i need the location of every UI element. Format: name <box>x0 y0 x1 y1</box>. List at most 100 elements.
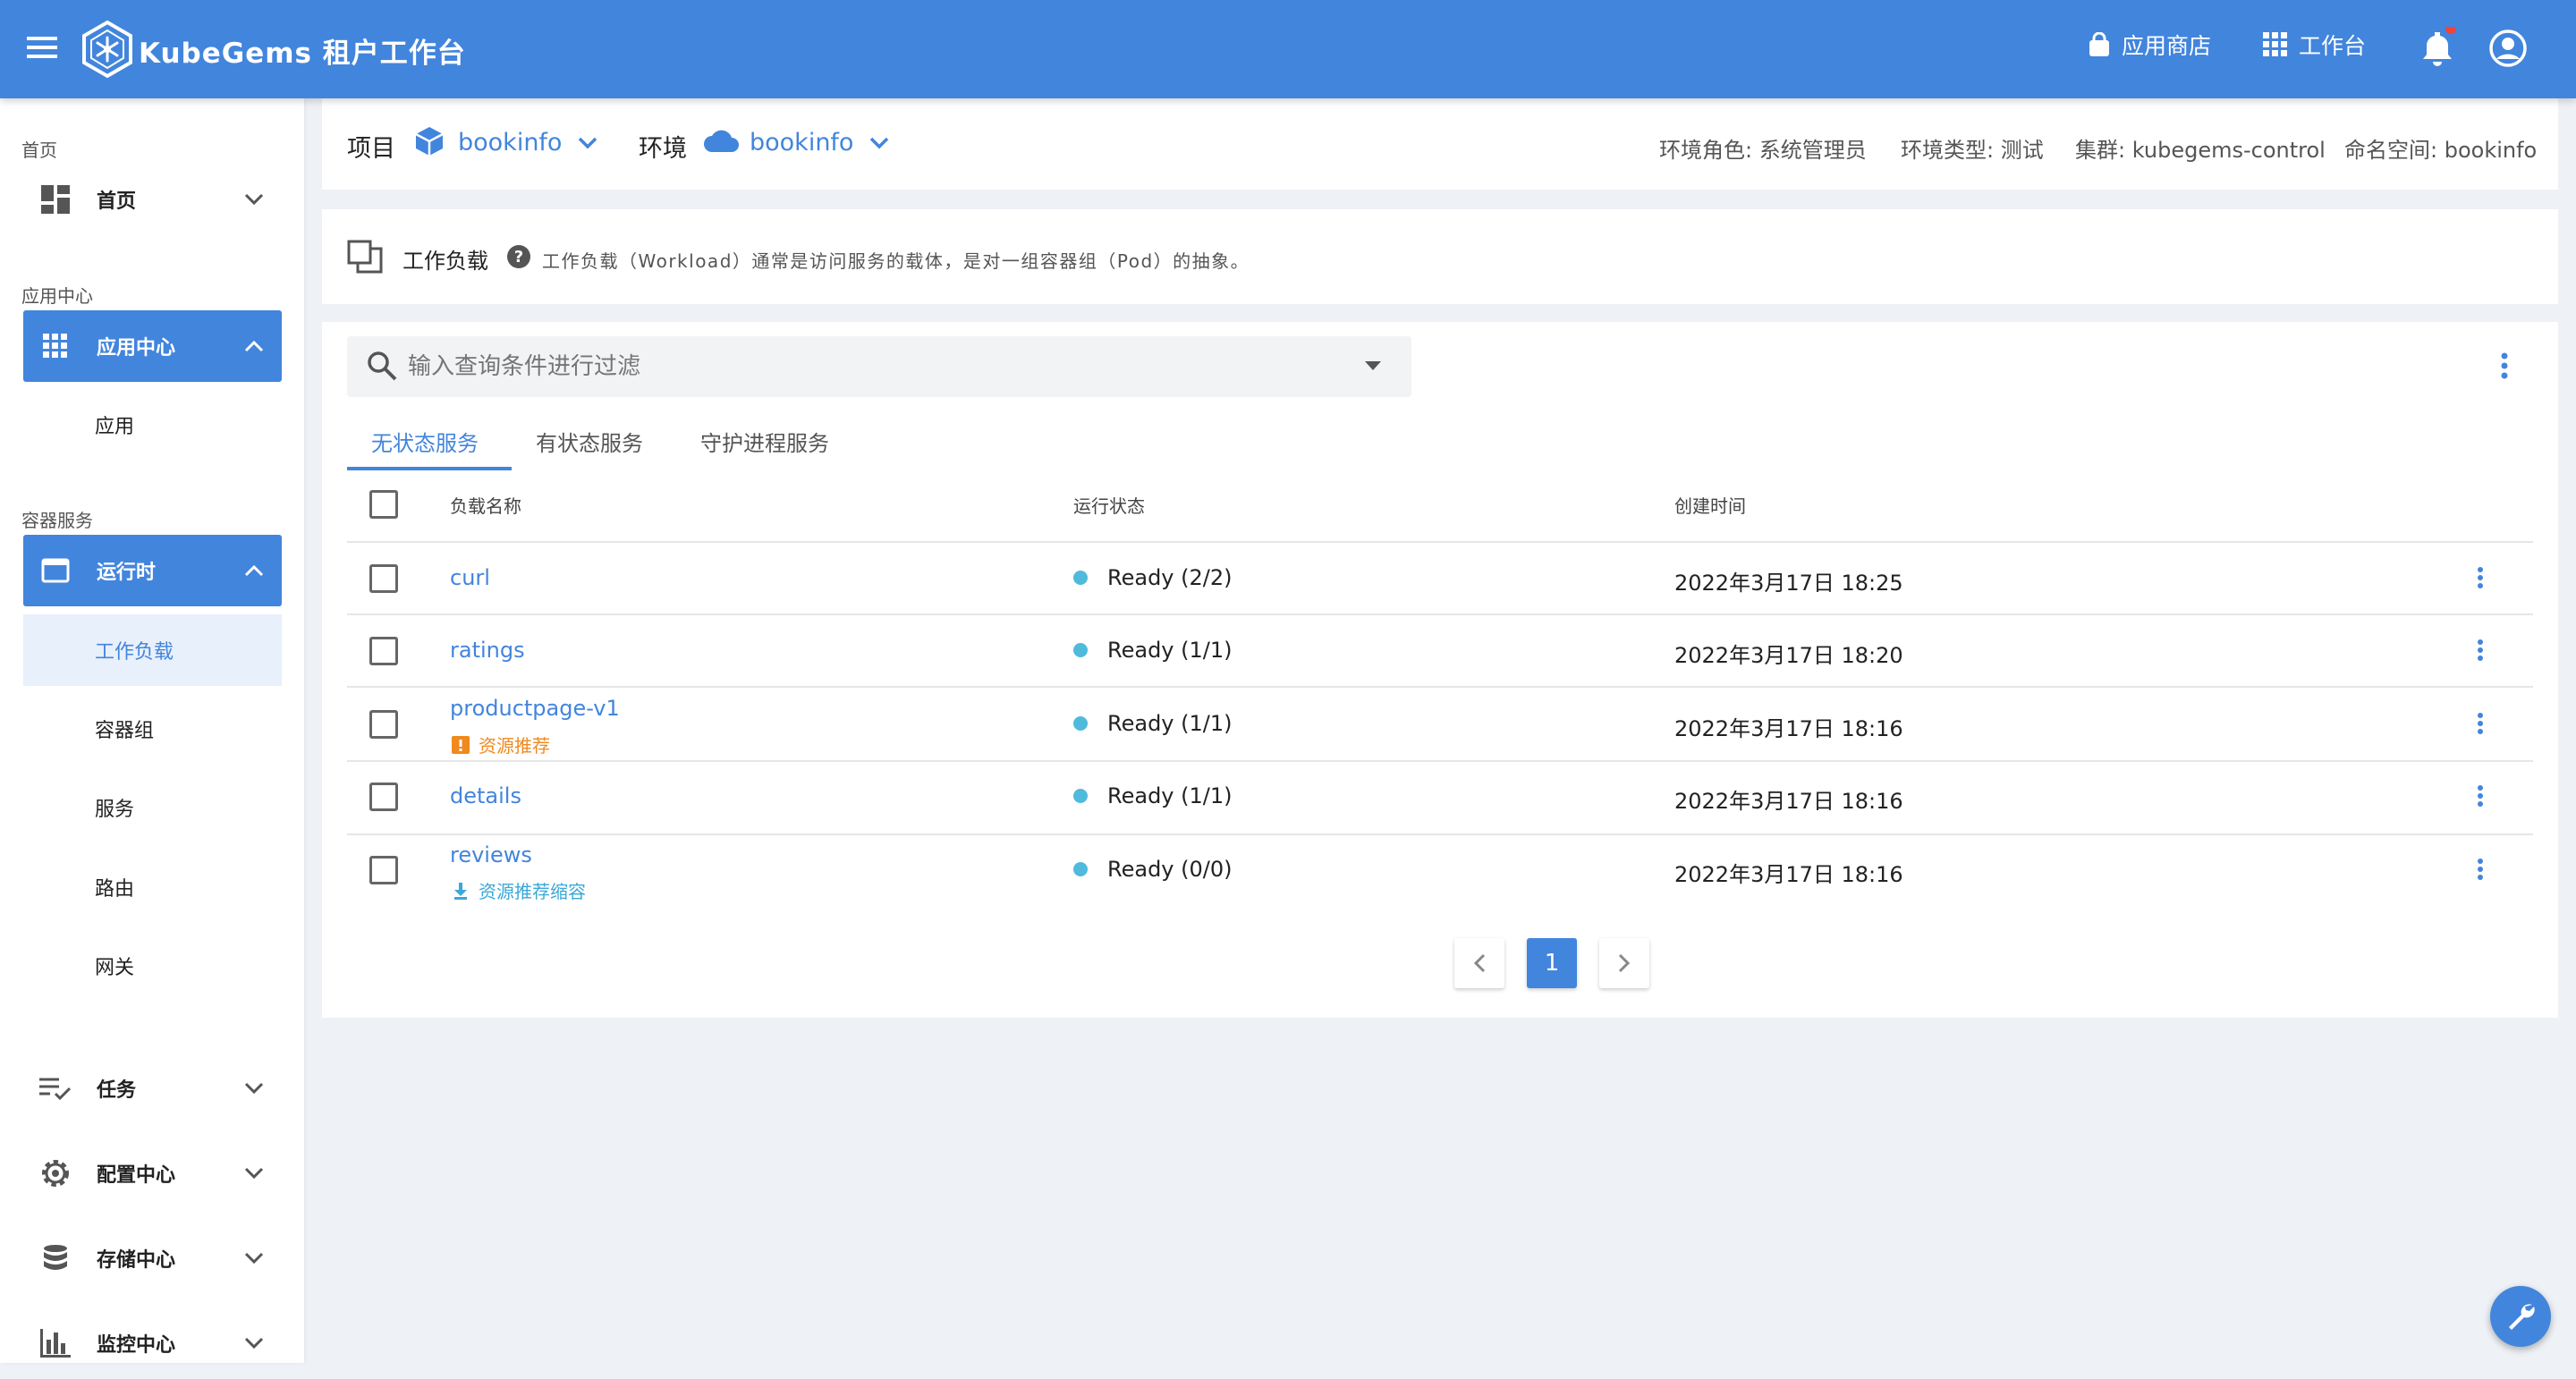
more-vertical-icon[interactable] <box>2497 352 2512 383</box>
gear-icon <box>38 1155 73 1191</box>
section-title-container-service: 容器服务 <box>21 510 93 531</box>
row-more-icon[interactable] <box>2476 859 2485 884</box>
section-title-home: 首页 <box>21 140 57 161</box>
next-page-button[interactable] <box>1599 938 1649 988</box>
workspace-label: 工作台 <box>2299 33 2367 59</box>
svg-text:?: ? <box>514 248 523 266</box>
menu-icon[interactable] <box>27 34 57 64</box>
dropdown-arrow-icon[interactable] <box>1365 361 1381 370</box>
sidebar-item-storage-center[interactable]: 存储中心 <box>23 1222 282 1294</box>
sidebar-item-apps[interactable]: 应用 <box>23 389 282 461</box>
workload-name-link[interactable]: details <box>450 783 521 808</box>
workload-name-link[interactable]: curl <box>450 565 490 590</box>
status-dot <box>1073 716 1088 731</box>
sidebar-item-runtime[interactable]: 运行时 <box>23 535 282 606</box>
row-more-icon[interactable] <box>2476 639 2485 664</box>
row-checkbox[interactable] <box>369 856 398 884</box>
sidebar-item-tasks-label: 任务 <box>97 1079 137 1102</box>
workspace-button[interactable]: 工作台 <box>2263 29 2366 61</box>
page-number-button[interactable]: 1 <box>1527 938 1577 988</box>
sidebar-item-home-label: 首页 <box>97 190 137 213</box>
row-more-icon[interactable] <box>2476 567 2485 592</box>
cube-icon <box>414 125 445 161</box>
task-list-icon <box>38 1070 73 1106</box>
column-header-status: 运行状态 <box>1073 495 1145 517</box>
status-dot <box>1073 571 1088 585</box>
sidebar-item-home[interactable]: 首页 <box>23 164 282 235</box>
app-store-button[interactable]: 应用商店 <box>2088 29 2211 61</box>
status-text: Ready (1/1) <box>1107 638 1233 663</box>
row-checkbox[interactable] <box>369 637 398 665</box>
bar-chart-icon <box>38 1325 73 1361</box>
app-title: KubeGems 租户工作台 <box>139 38 466 70</box>
workload-name-link[interactable]: reviews <box>450 842 532 867</box>
dashboard-icon <box>38 182 73 217</box>
row-more-icon[interactable] <box>2476 713 2485 738</box>
namespace-name: 命名空间: bookinfo <box>2344 138 2538 163</box>
workload-name-link[interactable]: ratings <box>450 638 525 663</box>
row-checkbox[interactable] <box>369 710 398 739</box>
table-divider <box>347 760 2533 762</box>
chevron-down-icon[interactable] <box>578 136 597 153</box>
status-cell: Ready (0/0) <box>1073 857 1233 882</box>
status-cell: Ready (1/1) <box>1073 638 1233 663</box>
sidebar-item-app-center[interactable]: 应用中心 <box>23 310 282 382</box>
account-avatar-icon[interactable] <box>2488 29 2528 72</box>
notification-bell-icon[interactable] <box>2417 23 2458 72</box>
select-all-checkbox[interactable] <box>369 490 398 519</box>
created-time: 2022年3月17日 18:16 <box>1674 789 1903 814</box>
project-selector[interactable]: bookinfo <box>458 129 562 157</box>
copy-squares-icon <box>347 240 383 277</box>
column-header-name: 负载名称 <box>450 495 521 517</box>
chevron-up-icon <box>244 335 264 358</box>
created-time: 2022年3月17日 18:25 <box>1674 571 1903 596</box>
sidebar-item-services[interactable]: 服务 <box>23 772 282 843</box>
env-selector[interactable]: bookinfo <box>750 129 853 157</box>
table-divider <box>347 686 2533 688</box>
sidebar-item-tasks[interactable]: 任务 <box>23 1053 282 1124</box>
chevron-left-icon <box>1473 953 1486 973</box>
chevron-down-icon <box>244 189 264 211</box>
kubegems-logo-icon <box>80 20 134 82</box>
project-label: 项目 <box>347 135 395 163</box>
chevron-down-icon[interactable] <box>869 136 889 153</box>
badge-text: 资源推荐缩容 <box>479 881 586 902</box>
tools-fab-button[interactable] <box>2490 1286 2551 1347</box>
filter-search-bar[interactable] <box>347 336 1411 397</box>
shopping-bag-icon <box>2089 32 2109 56</box>
env-role: 环境角色: 系统管理员 <box>1659 138 1867 163</box>
tab-daemon-services[interactable]: 守护进程服务 <box>700 426 829 457</box>
row-checkbox[interactable] <box>369 564 398 593</box>
previous-page-button[interactable] <box>1454 938 1504 988</box>
sidebar: 首页 首页 应用中心 应用中心 应用 容器服务 运行时 工作负载 容器组 服务 … <box>0 98 304 1363</box>
tab-stateless-services[interactable]: 无状态服务 <box>371 426 479 457</box>
filter-search-input[interactable] <box>406 347 1336 386</box>
wrench-icon <box>2509 1304 2535 1330</box>
chevron-down-icon <box>244 1078 264 1100</box>
row-checkbox[interactable] <box>369 783 398 811</box>
sidebar-item-config-center[interactable]: 配置中心 <box>23 1138 282 1209</box>
app-store-label: 应用商店 <box>2122 33 2212 59</box>
sidebar-item-routes[interactable]: 路由 <box>23 851 282 923</box>
chevron-right-icon <box>1618 953 1631 973</box>
sidebar-item-runtime-label: 运行时 <box>97 562 157 584</box>
cloud-icon <box>703 129 741 157</box>
sidebar-item-monitor-center[interactable]: 监控中心 <box>23 1307 282 1379</box>
sidebar-item-gateways[interactable]: 网关 <box>23 930 282 1002</box>
sidebar-item-monitor-center-label: 监控中心 <box>97 1334 176 1357</box>
row-more-icon[interactable] <box>2476 785 2485 810</box>
cluster-name: 集群: kubegems-control <box>2075 138 2326 163</box>
sidebar-item-pods[interactable]: 容器组 <box>23 693 282 765</box>
help-circle-icon[interactable]: ? <box>506 244 531 273</box>
chevron-down-icon <box>244 1248 264 1270</box>
status-cell: Ready (1/1) <box>1073 783 1233 808</box>
tab-stateful-services[interactable]: 有状态服务 <box>536 426 643 457</box>
sidebar-item-workloads[interactable]: 工作负载 <box>23 614 282 686</box>
app-bar: KubeGems 租户工作台 应用商店 工作台 <box>0 0 2576 98</box>
resource-scale-down-badge[interactable]: 资源推荐缩容 <box>452 877 586 903</box>
status-text: Ready (1/1) <box>1107 711 1233 736</box>
resource-recommend-badge[interactable]: 资源推荐 <box>452 732 550 757</box>
workload-info-description: 工作负载（Workload）通常是访问服务的载体，是对一组容器组（Pod）的抽象… <box>542 250 1250 272</box>
workload-name-link[interactable]: productpage-v1 <box>450 696 620 721</box>
env-label: 环境 <box>639 135 687 163</box>
